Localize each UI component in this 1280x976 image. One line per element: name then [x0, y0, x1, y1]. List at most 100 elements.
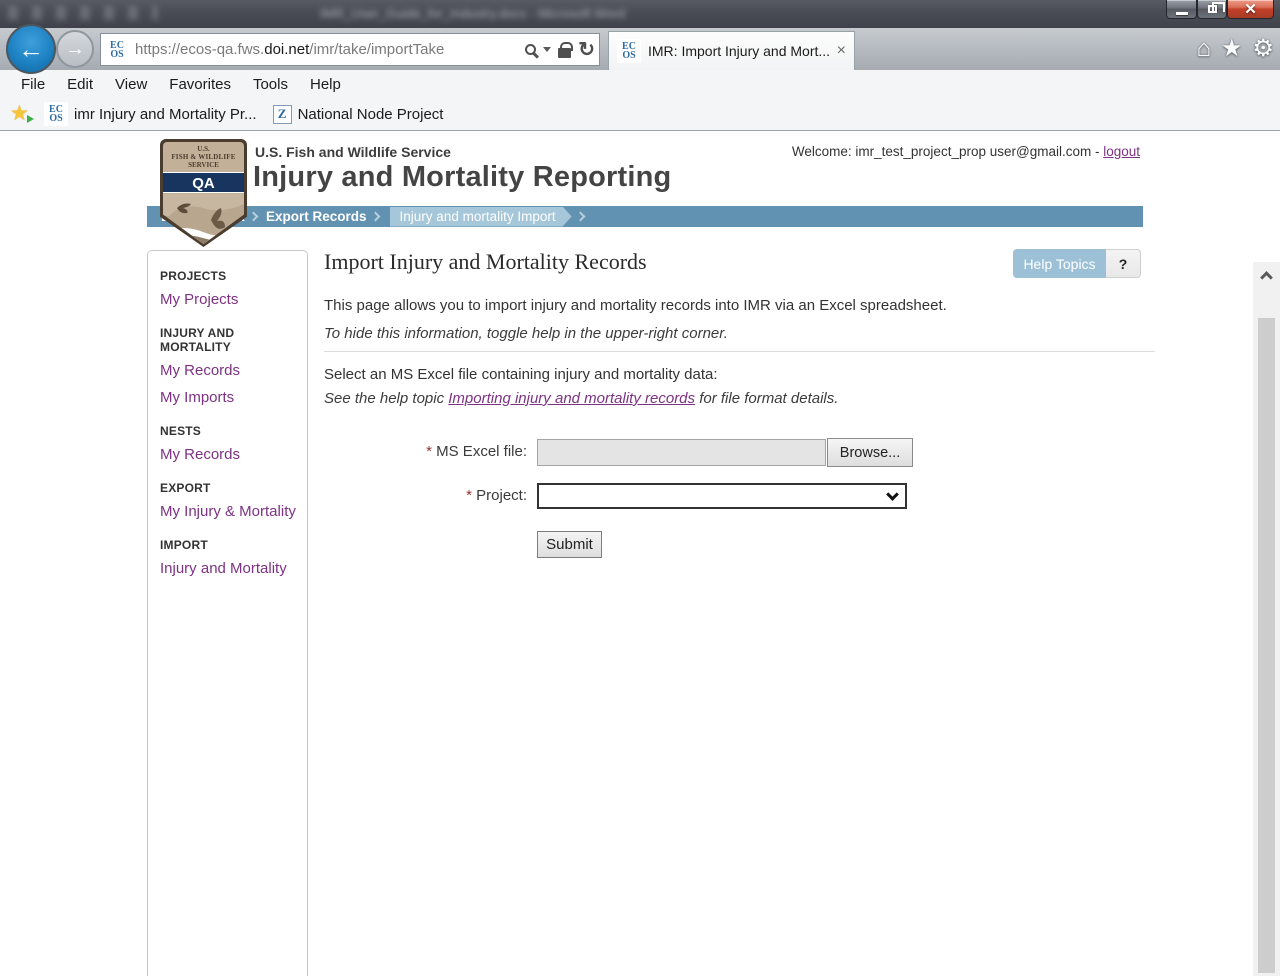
tab-favicon: EC OS [617, 39, 641, 63]
restore-button[interactable] [1197, 0, 1227, 19]
help-topics-button[interactable]: Help Topics [1013, 249, 1106, 278]
menu-bar: File Edit View Favorites Tools Help [0, 70, 1280, 98]
favorites-star-icon[interactable]: ★ [1221, 36, 1243, 62]
tab-title: IMR: Import Injury and Mort... [648, 43, 830, 59]
chrome-action-icons: ⌂ ★ ⚙ [1196, 36, 1274, 62]
project-label: * Project: [367, 487, 527, 504]
help-line-prefix: See the help topic [324, 390, 449, 407]
breadcrumb-chevron-icon [370, 211, 380, 222]
sidebar-item-injury-and-mortality[interactable]: Injury and Mortality [160, 556, 299, 581]
favorite-item-imr[interactable]: EC OS imr Injury and Mortality Pr... [40, 100, 261, 128]
home-icon[interactable]: ⌂ [1196, 36, 1211, 62]
importing-records-link[interactable]: Importing injury and mortality records [448, 390, 695, 407]
back-icon: ← [18, 33, 44, 64]
security-lock-icon [558, 42, 574, 58]
menu-view[interactable]: View [104, 73, 158, 96]
url-scheme-host: https://ecos-qa.fws. [135, 41, 265, 58]
window-controls: ✕ [1166, 0, 1274, 19]
breadcrumb-chevron-icon [575, 211, 586, 222]
logout-link[interactable]: logout [1103, 144, 1140, 159]
welcome-text: Welcome: imr_test_project_prop user@gmai… [792, 144, 1140, 159]
sidebar-header-injury-and-mortality: INJURY AND MORTALITY [160, 326, 235, 354]
page-content: U.S. FISH & WILDLIFE SERVICE QA U.S. Fis… [0, 131, 1280, 976]
forward-button[interactable]: → [56, 30, 94, 68]
favorite-item-national-node-label: National Node Project [297, 105, 444, 123]
back-button[interactable]: ← [6, 24, 56, 74]
intro-text: This page allows you to import injury an… [324, 297, 947, 314]
submit-button[interactable]: Submit [537, 531, 602, 558]
titlebar-ghost-icons [8, 6, 158, 20]
tab-favicon-text-bottom: OS [622, 50, 636, 61]
sidebar-item-my-injury-mortality[interactable]: My Injury & Mortality [160, 499, 299, 524]
sidebar-item-im-my-records[interactable]: My Records [160, 358, 299, 383]
close-button[interactable]: ✕ [1227, 0, 1274, 19]
help-topic-line: See the help topic Importing injury and … [324, 390, 838, 407]
vertical-scrollbar[interactable] [1253, 262, 1280, 976]
favorite-item-national-node[interactable]: Z National Node Project [269, 103, 448, 126]
favorite-item-imr-label: imr Injury and Mortality Pr... [74, 105, 257, 123]
excel-file-label-text: MS Excel file: [436, 443, 527, 460]
scroll-up-button[interactable] [1253, 262, 1280, 289]
favorite-arrow-glyph [27, 115, 34, 123]
refresh-icon[interactable]: ↻ [578, 40, 595, 60]
project-label-text: Project: [476, 487, 527, 504]
chevron-up-icon [1260, 271, 1273, 284]
excel-file-input[interactable] [537, 439, 826, 466]
browser-chrome: ← → EC OS https://ecos-qa.fws.doi.net/im… [0, 24, 1280, 131]
gear-icon[interactable]: ⚙ [1252, 36, 1274, 62]
divider [324, 351, 1155, 352]
agency-name: U.S. Fish and Wildlife Service [255, 144, 451, 160]
minimize-button[interactable] [1166, 0, 1197, 19]
logo-scene [163, 194, 244, 244]
search-icon[interactable] [525, 44, 537, 55]
browse-button[interactable]: Browse... [827, 438, 913, 467]
favorite-ecos-icon: EC OS [44, 102, 68, 126]
restore-icon [1207, 2, 1225, 13]
logo-line3: SERVICE [188, 161, 219, 169]
sidebar-item-my-imports[interactable]: My Imports [160, 385, 299, 410]
site-favicon: EC OS [105, 37, 129, 62]
sidebar-item-nests-my-records[interactable]: My Records [160, 442, 299, 467]
breadcrumb-chevron-icon [248, 211, 259, 222]
toggle-help-note: To hide this information, toggle help in… [324, 325, 728, 342]
address-bar[interactable]: EC OS https://ecos-qa.fws.doi.net/imr/ta… [100, 33, 600, 66]
help-question-button[interactable]: ? [1106, 249, 1141, 278]
breadcrumb-current: Injury and mortality Import [390, 207, 572, 227]
url-path: /imr/take/importTake [309, 41, 445, 58]
chevron-down-icon [886, 487, 899, 501]
logo-line1: U.S. [197, 145, 210, 153]
favorite-ecos-bottom: OS [49, 113, 63, 124]
logo-shield: U.S. FISH & WILDLIFE SERVICE QA [163, 142, 244, 244]
page-title: Import Injury and Mortality Records [324, 249, 647, 274]
window-titlebar: IMR_User_Guide_for_Industry.docx - Micro… [0, 0, 1280, 28]
sidebar-item-my-projects[interactable]: My Projects [160, 287, 299, 312]
add-favorite-icon[interactable]: ★ [10, 103, 34, 125]
help-button-group: Help Topics ? [1013, 249, 1141, 278]
browser-tab[interactable]: EC OS IMR: Import Injury and Mort... × [608, 31, 855, 70]
menu-help[interactable]: Help [299, 73, 352, 96]
forward-icon: → [65, 37, 85, 60]
breadcrumb: ECOS IMR Export Records Injury and morta… [147, 206, 1143, 227]
address-dropdown-icon[interactable] [543, 47, 552, 52]
url-text[interactable]: https://ecos-qa.fws.doi.net/imr/take/imp… [135, 41, 525, 58]
menu-file[interactable]: File [10, 73, 56, 96]
sidebar-header-export: EXPORT [160, 481, 211, 495]
required-marker: * [426, 443, 432, 460]
select-file-instruction: Select an MS Excel file containing injur… [324, 366, 718, 383]
logo-text: U.S. FISH & WILDLIFE SERVICE [163, 145, 244, 169]
excel-file-label: * MS Excel file: [367, 443, 527, 460]
sidebar-header-projects: PROJECTS [160, 269, 227, 283]
logo-qa-band: QA [163, 172, 244, 193]
project-select[interactable] [537, 483, 907, 509]
breadcrumb-export-records[interactable]: Export Records [266, 209, 367, 224]
z-favicon: Z [272, 104, 292, 124]
titlebar-ghost-title: IMR_User_Guide_for_Industry.docx - Micro… [320, 6, 626, 21]
tab-close-icon[interactable]: × [837, 43, 846, 59]
menu-favorites[interactable]: Favorites [158, 73, 242, 96]
sidebar-header-nests: NESTS [160, 424, 202, 438]
favicon-text-bottom: OS [110, 48, 124, 60]
menu-tools[interactable]: Tools [242, 73, 299, 96]
logo-line2: FISH & WILDLIFE [171, 153, 236, 161]
scrollbar-thumb[interactable] [1258, 318, 1275, 973]
menu-edit[interactable]: Edit [56, 73, 104, 96]
